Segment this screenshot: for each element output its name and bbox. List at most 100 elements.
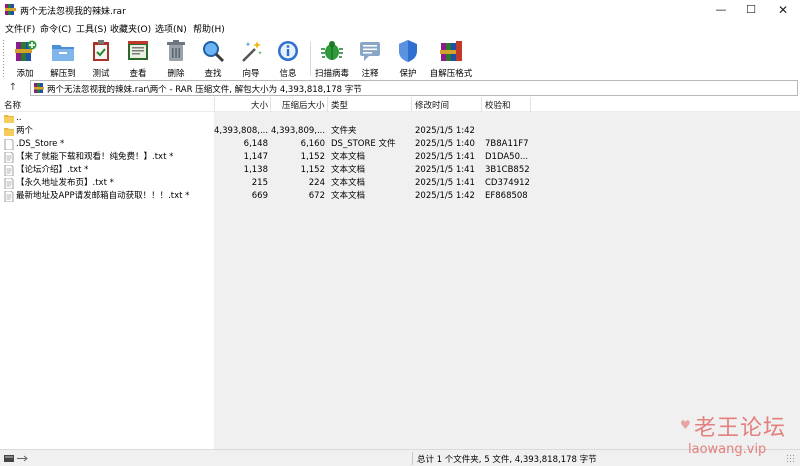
item-modified: 2025/1/5 1:42 <box>415 191 475 201</box>
list-item[interactable]: 【来了就能下载和观看！纯免费！】.txt * 1,147 1,152 文本文档 … <box>0 151 800 164</box>
watermark-url: laowang.vip <box>688 442 767 457</box>
item-modified: 2025/1/5 1:41 <box>415 178 475 188</box>
column-divider[interactable] <box>481 97 482 112</box>
address-path: 两个无法忽视我的辣妹.rar\两个 - RAR 压缩文件, 解包大小为 4,39… <box>47 85 362 95</box>
item-type: 文件夹 <box>331 126 357 136</box>
sfx-button[interactable]: 自解压格式 <box>430 38 472 79</box>
info-button[interactable]: 信息 <box>268 38 308 79</box>
add-books-icon <box>15 40 37 61</box>
item-crc: CD374912 <box>485 178 530 188</box>
column-packed[interactable]: 压缩后大小 <box>282 99 325 111</box>
item-name: 最新地址及APP请发邮箱自动获取！！！.txt * <box>16 191 190 201</box>
list-item[interactable]: .DS_Store * 6,148 6,160 DS_STORE 文件 2025… <box>0 138 800 151</box>
item-modified: 2025/1/5 1:41 <box>415 165 475 175</box>
watermark-heart-icon: ♥ <box>680 418 691 432</box>
sfx-books-icon <box>440 41 462 61</box>
folder-icon <box>4 128 14 136</box>
item-type: 文本文档 <box>331 191 366 201</box>
column-divider[interactable] <box>214 97 215 112</box>
test-clipboard-icon <box>93 40 109 61</box>
item-size: 1,138 <box>243 165 268 175</box>
item-packed: 1,152 <box>300 152 325 162</box>
item-size: 4,393,808,... <box>214 126 269 136</box>
column-divider[interactable] <box>411 97 412 112</box>
item-modified: 2025/1/5 1:42 <box>415 126 475 136</box>
column-crc[interactable]: 校验和 <box>485 99 511 111</box>
list-item[interactable]: 最新地址及APP请发邮箱自动获取！！！.txt * 669 672 文本文档 2… <box>0 190 800 203</box>
magnifier-icon <box>203 41 225 63</box>
column-modified[interactable]: 修改时间 <box>415 99 449 111</box>
list-item[interactable]: 【论坛介绍】.txt * 1,138 1,152 文本文档 2025/1/5 1… <box>0 164 800 177</box>
menu-options[interactable]: 选项(N) <box>155 22 187 35</box>
item-modified: 2025/1/5 1:41 <box>415 152 475 162</box>
shield-icon <box>399 40 417 62</box>
text-file-icon <box>4 178 14 189</box>
text-file-icon <box>4 191 14 202</box>
protect-button[interactable]: 保护 <box>388 38 428 79</box>
info-icon <box>278 41 298 61</box>
item-packed: 4,393,809,... <box>271 126 326 136</box>
extract-folder-icon <box>52 45 74 61</box>
address-bar[interactable]: 两个无法忽视我的辣妹.rar\两个 - RAR 压缩文件, 解包大小为 4,39… <box>30 80 798 96</box>
item-packed: 672 <box>308 191 325 201</box>
menu-help[interactable]: 帮助(H) <box>193 22 225 35</box>
winrar-app-icon <box>5 4 16 15</box>
comment-icon <box>360 42 380 61</box>
item-type: DS_STORE 文件 <box>331 139 396 149</box>
item-packed: 224 <box>308 178 325 188</box>
item-name: 【来了就能下载和观看！纯免费！】.txt * <box>16 152 174 162</box>
column-divider[interactable] <box>270 97 271 112</box>
item-crc: 3B1CB852 <box>485 165 530 175</box>
menu-file[interactable]: 文件(F) <box>5 22 35 35</box>
item-name: 两个 <box>16 126 34 136</box>
toolbar: 添加 解压到 测试 查看 删除 查找 向导 信息 扫描病毒 注释 保护 自解压格… <box>0 36 800 80</box>
menu-bar: 文件(F) 命令(C) 工具(S) 收藏夹(O) 选项(N) 帮助(H) <box>0 20 800 36</box>
up-folder-button[interactable]: ↑ <box>4 81 22 95</box>
text-file-icon <box>4 152 14 163</box>
item-packed: 6,160 <box>300 139 325 149</box>
column-divider[interactable] <box>530 97 531 112</box>
title-bar: 两个无法忽视我的辣妹.rar — ☐ ✕ <box>0 0 800 20</box>
minimize-button[interactable]: — <box>704 0 738 20</box>
view-book-icon <box>128 41 148 60</box>
column-size[interactable]: 大小 <box>251 99 268 111</box>
item-type: 文本文档 <box>331 178 366 188</box>
watermark-title: 老王论坛 <box>694 416 787 441</box>
item-name: .DS_Store * <box>16 139 65 149</box>
item-name: 【论坛介绍】.txt * <box>16 165 89 175</box>
column-name[interactable]: 名称 <box>4 99 21 111</box>
winrar-window: 两个无法忽视我的辣妹.rar — ☐ ✕ 文件(F) 命令(C) 工具(S) 收… <box>0 0 800 466</box>
address-row: ↑ 两个无法忽视我的辣妹.rar\两个 - RAR 压缩文件, 解包大小为 4,… <box>0 80 800 96</box>
item-packed: 1,152 <box>300 165 325 175</box>
item-type: 文本文档 <box>331 165 366 175</box>
column-header: 名称 大小 压缩后大小 类型 修改时间 校验和 <box>0 97 800 112</box>
list-item[interactable]: 【永久地址发布页】.txt * 215 224 文本文档 2025/1/5 1:… <box>0 177 800 190</box>
menu-commands[interactable]: 命令(C) <box>40 22 71 35</box>
status-divider <box>412 452 413 465</box>
menu-favorites[interactable]: 收藏夹(O) <box>110 22 151 35</box>
watermark: ♥ 老王论坛 laowang.vip <box>680 410 790 462</box>
maximize-button[interactable]: ☐ <box>734 0 768 20</box>
wand-icon <box>242 41 262 62</box>
archive-icon <box>34 83 44 93</box>
trash-icon <box>167 40 185 61</box>
file-list: .. 两个 4,393,808,... 4,393,809,... 文件夹 20… <box>0 112 800 449</box>
status-summary: 总计 1 个文件夹, 5 文件, 4,393,818,178 字节 <box>417 455 597 465</box>
item-modified: 2025/1/5 1:40 <box>415 139 475 149</box>
item-type: 文本文档 <box>331 152 366 162</box>
list-item[interactable]: 两个 4,393,808,... 4,393,809,... 文件夹 2025/… <box>0 125 800 138</box>
column-divider[interactable] <box>327 97 328 112</box>
list-item[interactable]: .. <box>0 112 800 125</box>
menu-tools[interactable]: 工具(S) <box>76 22 107 35</box>
drive-icon[interactable] <box>4 454 30 463</box>
item-crc: 7B8A11F7 <box>485 139 529 149</box>
item-crc: EF868508 <box>485 191 528 201</box>
item-size: 669 <box>251 191 268 201</box>
column-type[interactable]: 类型 <box>331 99 348 111</box>
sfx-label: 自解压格式 <box>429 69 473 79</box>
close-button[interactable]: ✕ <box>766 0 800 20</box>
bug-icon <box>321 41 343 60</box>
text-file-icon <box>4 165 14 176</box>
item-name: .. <box>16 113 22 123</box>
item-name: 【永久地址发布页】.txt * <box>16 178 114 188</box>
